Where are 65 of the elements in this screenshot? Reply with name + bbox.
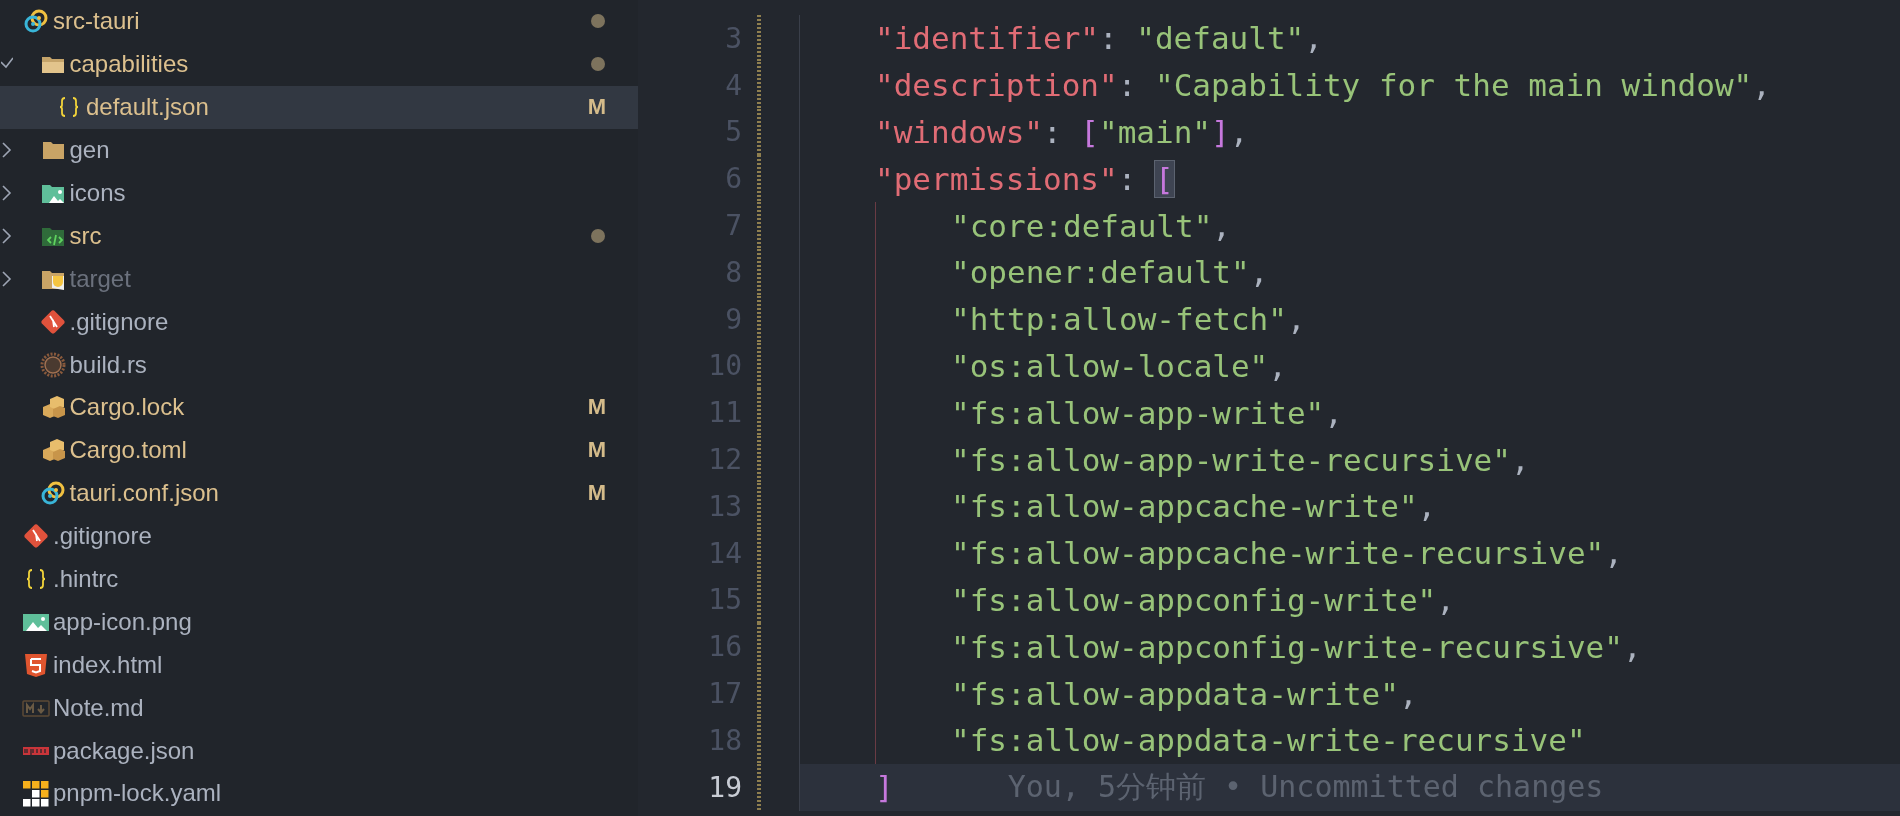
file-tree-item[interactable]: src-tauri xyxy=(0,0,638,43)
code-line: "fs:allow-appdata-write", xyxy=(951,675,1418,712)
git-status: M xyxy=(587,394,606,421)
file-name: index.html xyxy=(53,650,163,679)
file-name: .gitignore xyxy=(53,522,152,551)
file-name: src xyxy=(69,221,102,250)
code-line: ] xyxy=(875,769,894,806)
code-line: "fs:allow-app-write-recursive", xyxy=(951,441,1530,478)
file-tree-item[interactable]: build.rs xyxy=(0,343,638,386)
chevron-icon[interactable] xyxy=(0,183,13,203)
file-name: target xyxy=(69,264,131,293)
file-tree-item[interactable]: .hintrc xyxy=(0,557,638,601)
git-status: M xyxy=(587,480,606,507)
chevron-icon[interactable] xyxy=(0,225,13,246)
chevron-icon[interactable] xyxy=(0,268,13,289)
file-name: Note.md xyxy=(53,693,144,722)
file-name: pnpm-lock.yaml xyxy=(53,779,222,808)
file-tree-item[interactable]: icons xyxy=(0,171,638,215)
file-name: .hintrc xyxy=(53,565,119,593)
code-line: "fs:allow-app-write", xyxy=(951,394,1343,431)
file-name: default.json xyxy=(86,93,209,122)
code-line: "fs:allow-appdata-write-recursive" xyxy=(951,722,1586,759)
file-tree-item[interactable]: src xyxy=(0,214,638,258)
gear-icon xyxy=(38,350,67,379)
code-line: "fs:allow-appcache-write-recursive", xyxy=(951,535,1623,572)
file-name: gen xyxy=(69,136,110,165)
code-line: "http:allow-fetch", xyxy=(951,301,1306,338)
file-name: icons xyxy=(69,179,126,207)
file-name: tauri.conf.json xyxy=(69,479,219,508)
file-tree-item[interactable]: capabilities xyxy=(0,42,638,86)
file-tree-item[interactable]: pnpm-lock.yaml xyxy=(0,772,638,815)
file-name: app-icon.png xyxy=(53,607,192,636)
file-tree-item[interactable]: app-icon.png xyxy=(0,600,638,644)
file-tree-item[interactable]: .gitignore xyxy=(0,514,638,558)
file-name: .gitignore xyxy=(69,307,169,336)
code-line: "fs:allow-appcache-write", xyxy=(951,488,1437,525)
code-line: "description": "Capability for the main window", xyxy=(875,67,1771,104)
file-tree-item[interactable]: Cargo.lock M xyxy=(0,386,638,429)
file-tree-item[interactable]: .gitignore xyxy=(0,300,638,344)
file-name: Cargo.lock xyxy=(69,393,185,422)
file-tree-item[interactable]: package.json xyxy=(0,729,638,773)
git-status: M xyxy=(587,437,606,464)
file-tree-item[interactable]: Cargo.toml M xyxy=(0,428,638,472)
logo-icon xyxy=(22,746,50,755)
file-name: build.rs xyxy=(69,350,147,379)
line-number: 19 xyxy=(707,770,742,804)
code-line: "core:default", xyxy=(951,207,1231,244)
code-line: "windows": ["main"], xyxy=(875,114,1249,150)
file-name: package.json xyxy=(53,736,195,765)
code-line: "fs:allow-appconfig-write", xyxy=(951,581,1455,618)
file-name: src-tauri xyxy=(53,7,140,36)
file-tree-item[interactable]: tauri.conf.json M xyxy=(0,471,638,515)
file-tree-item[interactable]: Note.md xyxy=(0,686,638,730)
file-name: capabilities xyxy=(69,50,189,79)
code-line: "opener:default", xyxy=(951,254,1269,291)
grid-icon xyxy=(22,779,50,808)
file-name: Cargo.toml xyxy=(69,436,187,465)
git-status: M xyxy=(587,94,606,121)
code-line: "os:allow-locale", xyxy=(951,347,1287,384)
code-line: "permissions": [ xyxy=(875,160,1174,197)
file-tree-item[interactable]: gen xyxy=(0,128,638,172)
file-tree-item[interactable]: index.html xyxy=(0,643,638,687)
file-tree-item[interactable]: default.json M xyxy=(0,85,638,129)
code-line: "fs:allow-appconfig-write-recursive", xyxy=(951,628,1642,665)
code-line: "identifier": "default", xyxy=(875,20,1323,57)
